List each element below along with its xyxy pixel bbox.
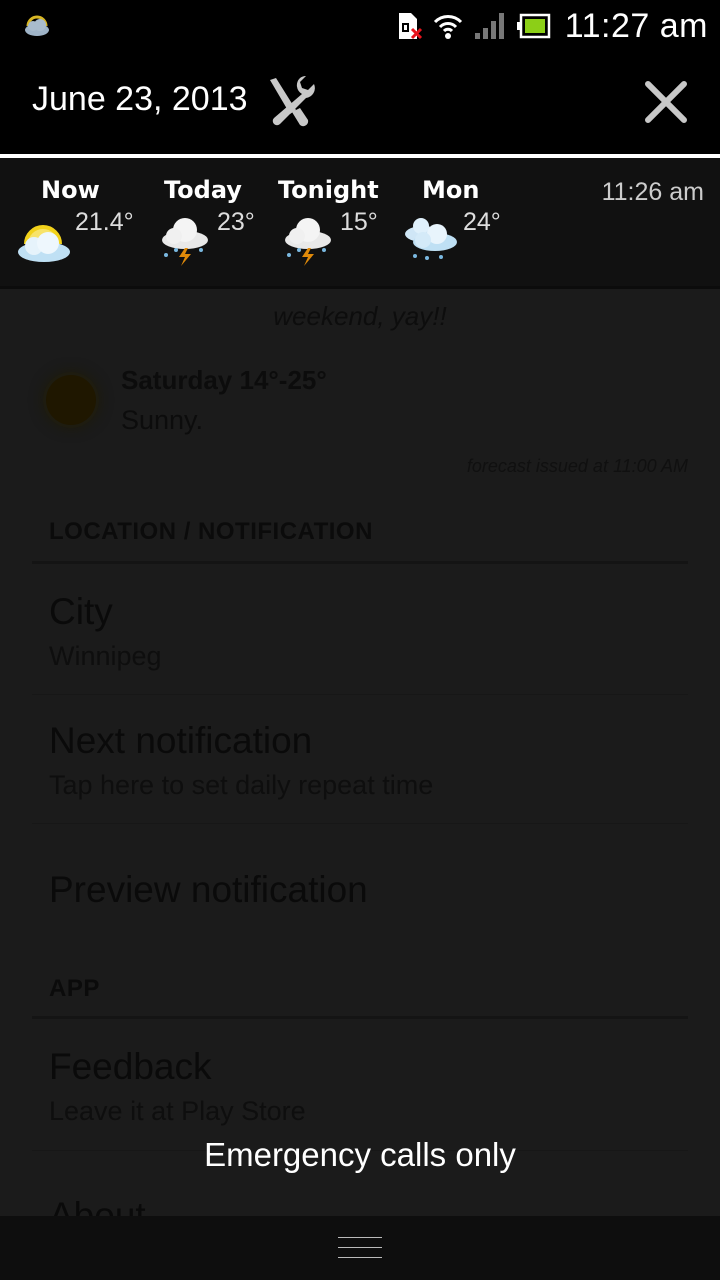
sim-card-missing-icon — [398, 13, 422, 40]
weather-notification[interactable]: Now 21.4° Today 23° Tonight 15° Mon 24° … — [0, 158, 720, 286]
period-temp: 15° — [340, 208, 378, 236]
period-label: Mon — [422, 176, 480, 204]
battery-icon — [516, 13, 550, 39]
wifi-icon — [433, 15, 462, 39]
pref-city[interactable]: City Winnipeg — [0, 565, 720, 695]
sun-icon — [46, 375, 96, 425]
pref-subtitle: Winnipeg — [49, 641, 162, 671]
tools-icon[interactable] — [262, 74, 316, 128]
period-temp: 21.4° — [75, 208, 134, 236]
section-header-app: APP — [49, 975, 100, 1002]
weather-updated-time: 11:26 am — [601, 178, 704, 206]
forecast-description: Sunny. — [121, 405, 204, 435]
drag-handle-icon[interactable] — [338, 1237, 382, 1261]
period-temp: 24° — [463, 208, 501, 236]
status-bar-time: 11:27 am — [564, 6, 708, 45]
pref-title: Preview notification — [49, 869, 368, 910]
section-divider — [32, 1016, 688, 1019]
period-label: Tonight — [278, 176, 379, 204]
pref-preview-notification[interactable]: Preview notification — [0, 824, 720, 954]
partly-sunny-icon — [18, 225, 70, 262]
signal-strength-icon — [474, 13, 504, 39]
pref-title: City — [49, 591, 113, 632]
tagline: weekend, yay!! — [273, 301, 447, 331]
carrier-label: Emergency calls only — [204, 1136, 516, 1173]
section-divider — [32, 561, 688, 564]
date-label: June 23, 2013 — [32, 80, 248, 118]
weather-app-screen: weekend, yay!! Saturday 14°-25° Sunny. f… — [0, 289, 720, 1280]
notification-header: June 23, 2013 — [0, 50, 720, 154]
weather-partly-cloudy-icon — [25, 15, 49, 36]
pref-subtitle: Tap here to set daily repeat time — [49, 770, 434, 800]
period-label: Today — [164, 176, 242, 204]
rain-clouds-icon — [405, 218, 457, 260]
close-icon[interactable] — [642, 78, 690, 126]
forecast-issued-time: forecast issued at 11:00 AM — [466, 456, 688, 476]
period-label: Now — [41, 176, 100, 204]
section-header-location: LOCATION / NOTIFICATION — [49, 518, 373, 545]
pref-next-notification[interactable]: Next notification Tap here to set daily … — [0, 695, 720, 823]
pref-subtitle: Leave it at Play Store — [49, 1096, 306, 1126]
thunderstorm-icon — [285, 218, 331, 266]
forecast-title: Saturday 14°-25° — [121, 365, 327, 395]
pref-feedback[interactable]: Feedback Leave it at Play Store — [0, 1020, 720, 1150]
period-temp: 23° — [217, 208, 255, 236]
pref-title: Next notification — [49, 720, 313, 761]
pref-title: Feedback — [49, 1046, 212, 1087]
status-bar: 11:27 am — [0, 0, 720, 50]
thunderstorm-icon — [162, 218, 208, 266]
